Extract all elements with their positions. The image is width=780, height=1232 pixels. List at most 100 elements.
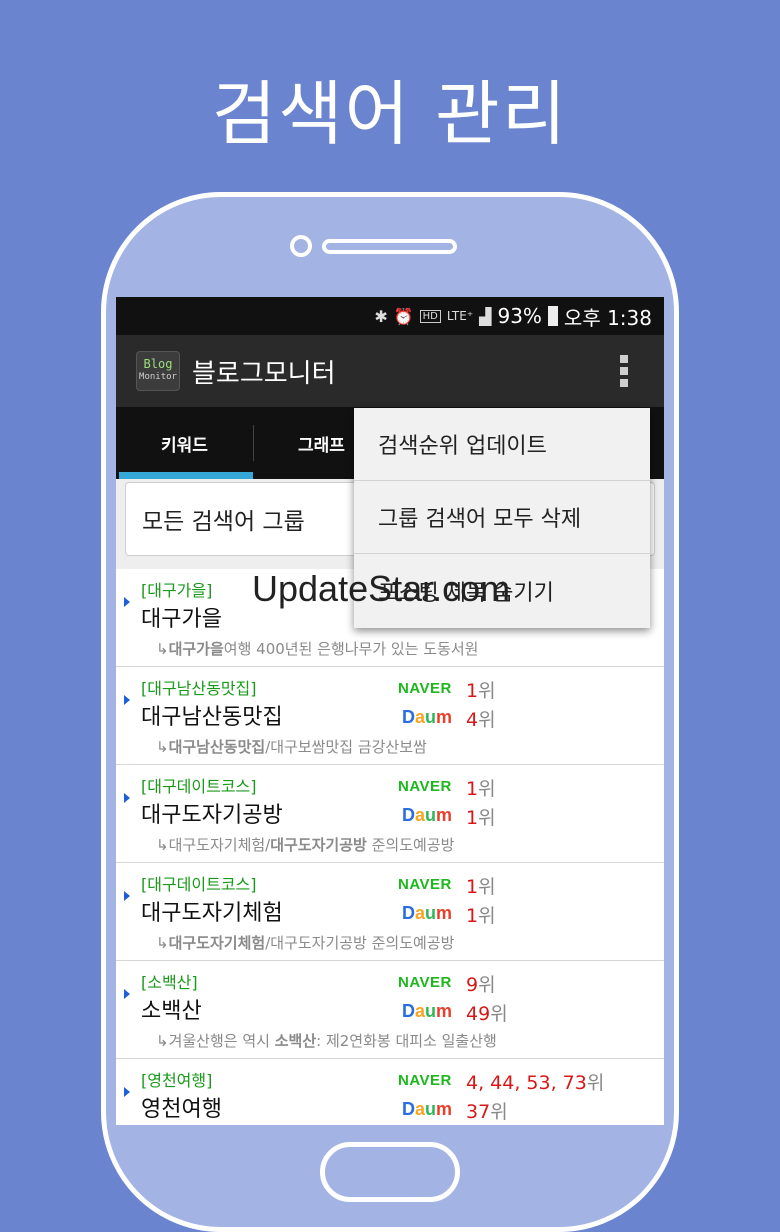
keyword-text: 소백산 [141, 999, 202, 1024]
app-title: 블로그모니터 [192, 358, 336, 389]
rank-suffix: 위 [490, 1101, 508, 1123]
rank-suffix: 위 [478, 876, 496, 898]
post-title-rest: : 제2연화봉 대피소 일출산행 [316, 1032, 497, 1050]
keyword-row[interactable]: [영천여행] 영천여행 NAVER 4, 44, 53, 73위 Daum 37위 [116, 1059, 664, 1125]
naver-rank-value: 4, 44, 53, 73 [466, 1072, 587, 1094]
watermark: UpdateStar.com [252, 568, 511, 609]
rank-suffix: 위 [478, 680, 496, 702]
rank-suffix: 위 [478, 905, 496, 927]
naver-rank: 4, 44, 53, 73위 [466, 1068, 604, 1095]
keyword-row[interactable]: [대구남산동맛집] 대구남산동맛집 ↳대구남산동맛집/대구보쌈맛집 금강산보쌈 NAV… [116, 667, 664, 765]
rank-suffix: 위 [478, 778, 496, 800]
daum-rank-value: 4 [466, 709, 479, 731]
expand-arrow-icon [124, 793, 130, 803]
keyword-text: 대구남산동맛집 [141, 705, 283, 730]
expand-arrow-icon [124, 695, 130, 705]
daum-rank: 4위 [466, 705, 496, 732]
tab-keyword[interactable]: 키워드 [116, 407, 253, 479]
bluetooth-icon: ✱ [374, 306, 388, 326]
post-title: ↳대구가을여행 400년된 은행나무가 있는 도동서원 [156, 638, 479, 659]
keyword-group: [대구남산동맛집] [141, 679, 257, 698]
daum-logo: Daum [402, 903, 453, 923]
keyword-row[interactable]: [대구데이트코스] 대구도자기체험 ↳대구도자기체험/대구도자기공방 준의도예공방 N… [116, 863, 664, 961]
post-title-arrow: ↳ [156, 640, 169, 658]
post-title-text: 겨울산행은 역시 [168, 1032, 275, 1050]
post-title-rest: 여행 400년된 은행나무가 있는 도동서원 [223, 640, 479, 658]
post-title-keyword: 대구도자기체험 [168, 934, 266, 952]
naver-logo: NAVER [398, 974, 452, 991]
rank-suffix: 위 [490, 1003, 508, 1025]
daum-rank-value: 1 [466, 905, 479, 927]
rank-suffix: 위 [478, 807, 496, 829]
naver-logo: NAVER [398, 680, 452, 697]
naver-rank: 9위 [466, 970, 496, 997]
daum-rank: 37위 [466, 1097, 508, 1124]
menu-item-delete-group-keywords[interactable]: 그룹 검색어 모두 삭제 [354, 481, 650, 554]
post-title-keyword: 대구도자기공방 [270, 836, 367, 854]
expand-arrow-icon [124, 597, 130, 607]
rank-suffix: 위 [478, 974, 496, 996]
daum-rank-value: 37 [466, 1101, 491, 1123]
naver-rank-value: 9 [466, 974, 479, 996]
clock: 오후 1:38 [563, 305, 652, 330]
naver-rank-value: 1 [466, 876, 479, 898]
rank-suffix: 위 [586, 1072, 605, 1094]
naver-rank: 1위 [466, 676, 496, 703]
naver-rank: 1위 [466, 774, 496, 801]
post-title: ↳대구도자기체험/대구도자기공방 준의도예공방 [156, 932, 454, 953]
post-title: ↳대구남산동맛집/대구보쌈맛집 금강산보쌈 [156, 736, 427, 757]
post-title-rest: 준의도예공방 [366, 836, 455, 854]
expand-arrow-icon [124, 891, 130, 901]
keyword-row[interactable]: [소백산] 소백산 ↳겨울산행은 역시 소백산: 제2연화봉 대피소 일출산행 NAV… [116, 961, 664, 1059]
overflow-menu-icon[interactable] [620, 355, 628, 387]
app-logo: Blog Monitor [136, 351, 180, 391]
naver-logo: NAVER [398, 876, 452, 893]
keyword-list: [대구가을] 대구가을 ↳대구가을여행 400년된 은행나무가 있는 도동서원 [대구… [116, 569, 664, 1125]
daum-logo: Daum [402, 707, 453, 727]
menu-item-update-rank[interactable]: 검색순위 업데이트 [354, 408, 650, 481]
daum-logo: Daum [402, 1099, 453, 1119]
signal-icon: ▟ [479, 306, 492, 326]
battery-icon [547, 306, 558, 326]
post-title-arrow: ↳ [156, 738, 169, 756]
daum-rank-value: 49 [466, 1003, 491, 1025]
keyword-text: 대구가을 [141, 607, 222, 632]
keyword-group: [영천여행] [141, 1071, 213, 1090]
alarm-icon: ⏰ [393, 306, 414, 326]
keyword-group: [소백산] [141, 973, 198, 992]
phone-camera [290, 235, 312, 257]
keyword-group: [대구가을] [141, 581, 213, 600]
daum-rank: 1위 [466, 901, 496, 928]
headline: 검색어 관리 [211, 73, 569, 155]
post-title-rest: /대구보쌈맛집 금강산보쌈 [265, 738, 427, 756]
phone-home-button [320, 1142, 460, 1202]
post-title-keyword: 소백산 [274, 1032, 317, 1050]
battery-percent: 93% [497, 304, 542, 328]
logo-text-bottom: Monitor [139, 372, 177, 382]
daum-rank: 49위 [466, 999, 508, 1026]
logo-text-top: Blog [143, 357, 173, 371]
keyword-text: 대구도자기체험 [141, 901, 283, 926]
post-title-arrow: ↳ [156, 934, 169, 952]
daum-rank: 1위 [466, 803, 496, 830]
hd-icon: HD [419, 309, 441, 323]
keyword-text: 대구도자기공방 [141, 803, 283, 828]
post-title-keyword: 대구가을 [168, 640, 224, 658]
rank-suffix: 위 [478, 709, 496, 731]
naver-rank-value: 1 [466, 778, 479, 800]
app-bar: Blog Monitor 블로그모니터 [116, 335, 664, 407]
keyword-group: [대구데이트코스] [141, 875, 257, 894]
post-title-arrow: ↳ [156, 836, 169, 854]
expand-arrow-icon [124, 1087, 130, 1097]
post-title: ↳겨울산행은 역시 소백산: 제2연화봉 대피소 일출산행 [156, 1030, 497, 1051]
status-bar: ✱ ⏰ HD LTE⁺ ▟ 93% 오후 1:38 [116, 297, 664, 335]
post-title-keyword: 대구남산동맛집 [168, 738, 266, 756]
naver-rank: 1위 [466, 872, 496, 899]
naver-logo: NAVER [398, 778, 452, 795]
daum-logo: Daum [402, 1001, 453, 1021]
post-title-text: 대구도자기체험/ [168, 836, 271, 854]
phone-speaker [322, 239, 457, 254]
naver-rank-value: 1 [466, 680, 479, 702]
keyword-row[interactable]: [대구데이트코스] 대구도자기공방 ↳대구도자기체험/대구도자기공방 준의도예공방 N… [116, 765, 664, 863]
daum-rank-value: 1 [466, 807, 479, 829]
